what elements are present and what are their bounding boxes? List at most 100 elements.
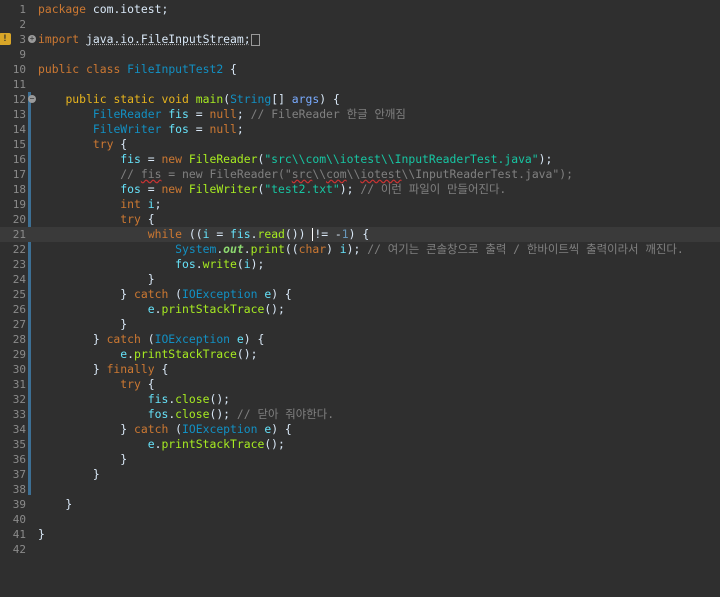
code-token: IOException [182, 422, 258, 436]
code-line[interactable]: 34 } catch (IOException e) { [0, 422, 720, 437]
code-line[interactable]: 13 FileReader fis = null; // FileReader … [0, 107, 720, 122]
code-text: } [38, 497, 72, 512]
code-area[interactable]: 1 package com.iotest; 2 3! + import java.io.F… [0, 2, 720, 557]
collapsed-imports-icon [250, 33, 260, 46]
code-token: print [250, 242, 285, 256]
code-token: public [65, 92, 107, 106]
code-token: ()) [284, 227, 313, 241]
code-token: fos [168, 122, 189, 136]
code-line[interactable]: 10 public class FileInputTest2 { [0, 62, 720, 77]
code-line[interactable]: 38 [0, 482, 720, 497]
code-text: while ((i = fis.read()) != -1) { [38, 227, 369, 242]
code-line[interactable]: 15 try { [0, 137, 720, 152]
line-number: 34 [12, 423, 26, 436]
code-token: = [188, 122, 210, 136]
code-text: public static void main(String[] args) { [38, 92, 339, 107]
code-line[interactable]: 2 [0, 17, 720, 32]
code-token: printStackTrace [161, 437, 265, 451]
code-token: // FileReader 한글 안깨짐 [250, 107, 406, 121]
code-line[interactable]: 40 [0, 512, 720, 527]
code-text: FileWriter fos = null; [38, 122, 244, 137]
code-token: = [140, 152, 162, 166]
line-number: 2 [19, 18, 26, 31]
code-token: com.iotest; [86, 2, 169, 16]
code-line[interactable]: 22 System.out.print((char) i); // 여기는 콘솔… [0, 242, 720, 257]
code-text: try { [38, 137, 127, 152]
code-line[interactable]: 29 e.printStackTrace(); [0, 347, 720, 362]
code-token: ; [154, 197, 162, 211]
code-line[interactable]: 19 int i; [0, 197, 720, 212]
code-token: } [38, 467, 100, 481]
line-number: 37 [12, 468, 26, 481]
code-line[interactable]: 3! + import java.io.FileInputStream; [0, 32, 720, 47]
code-token: . [127, 347, 135, 361]
code-line[interactable]: 16 fis = new FileReader("src\\com\\iotes… [0, 152, 720, 167]
code-line[interactable]: 23 fos.write(i); [0, 257, 720, 272]
code-line[interactable]: 42 [0, 542, 720, 557]
code-line[interactable]: 32 fis.close(); [0, 392, 720, 407]
line-number: 26 [12, 303, 26, 316]
code-text: } [38, 272, 155, 287]
code-token: \\ [312, 167, 327, 181]
code-text: } catch (IOException e) { [38, 422, 291, 437]
code-token: FileInputTest2 [127, 62, 224, 76]
code-line[interactable]: 9 [0, 47, 720, 62]
code-line[interactable]: 12− public static void main(String[] arg… [0, 92, 720, 107]
line-number: 17 [12, 168, 26, 181]
code-line[interactable]: 1 package com.iotest; [0, 2, 720, 17]
code-token: } [38, 422, 135, 436]
code-token: e [147, 302, 155, 316]
code-token: String [230, 92, 272, 106]
code-line[interactable]: 21 while ((i = fis.read()) != -1) { [0, 227, 720, 242]
code-token: 1 [341, 227, 349, 241]
code-line[interactable]: 20 try { [0, 212, 720, 227]
code-line[interactable]: 30 } finally { [0, 362, 720, 377]
code-line[interactable]: 18 fos = new FileWriter("test2.txt"); //… [0, 182, 720, 197]
warning-icon[interactable]: ! [0, 33, 11, 45]
code-token: main [195, 92, 224, 106]
fold-toggle-icon[interactable]: − [28, 95, 36, 103]
code-text: } catch (IOException e) { [38, 332, 264, 347]
code-line[interactable]: 37 } [0, 467, 720, 482]
fold-toggle-icon[interactable]: + [28, 35, 36, 43]
code-token: try [120, 212, 141, 226]
code-line[interactable]: 11 [0, 77, 720, 92]
code-editor[interactable]: 1 package com.iotest; 2 3! + import java.io.F… [0, 0, 720, 597]
line-number: 12 [12, 93, 26, 106]
code-token: } [38, 317, 128, 331]
line-number: 23 [12, 258, 26, 271]
line-number: 40 [12, 513, 26, 526]
code-line[interactable]: 24 } [0, 272, 720, 287]
code-token: System [175, 242, 217, 256]
code-line[interactable]: 17 // fis = new FileReader("src\\com\\io… [0, 167, 720, 182]
line-number: 41 [12, 528, 26, 541]
code-line[interactable]: 27 } [0, 317, 720, 332]
code-line[interactable]: 41} [0, 527, 720, 542]
code-line[interactable]: 31 try { [0, 377, 720, 392]
code-token: public [38, 62, 80, 76]
code-token: fis [120, 152, 141, 166]
code-line[interactable]: 39 } [0, 497, 720, 512]
code-token: null [209, 122, 237, 136]
code-line[interactable]: 25 } catch (IOException e) { [0, 287, 720, 302]
spelling-error-token: src [291, 167, 313, 181]
code-line[interactable]: 35 e.printStackTrace(); [0, 437, 720, 452]
line-number: 22 [12, 243, 26, 256]
code-line[interactable]: 14 FileWriter fos = null; [0, 122, 720, 137]
code-token: ) [326, 242, 340, 256]
code-token: fis [230, 227, 251, 241]
code-token: ( [168, 422, 183, 436]
code-token: java.io.FileInputStream; [86, 32, 251, 46]
code-token: fis [168, 107, 189, 121]
code-line[interactable]: 26 e.printStackTrace(); [0, 302, 720, 317]
code-line[interactable]: 36 } [0, 452, 720, 467]
code-line[interactable]: 28 } catch (IOException e) { [0, 332, 720, 347]
code-token: try [92, 137, 114, 151]
code-line[interactable]: 33 fos.close(); // 닫아 줘야한다. [0, 407, 720, 422]
